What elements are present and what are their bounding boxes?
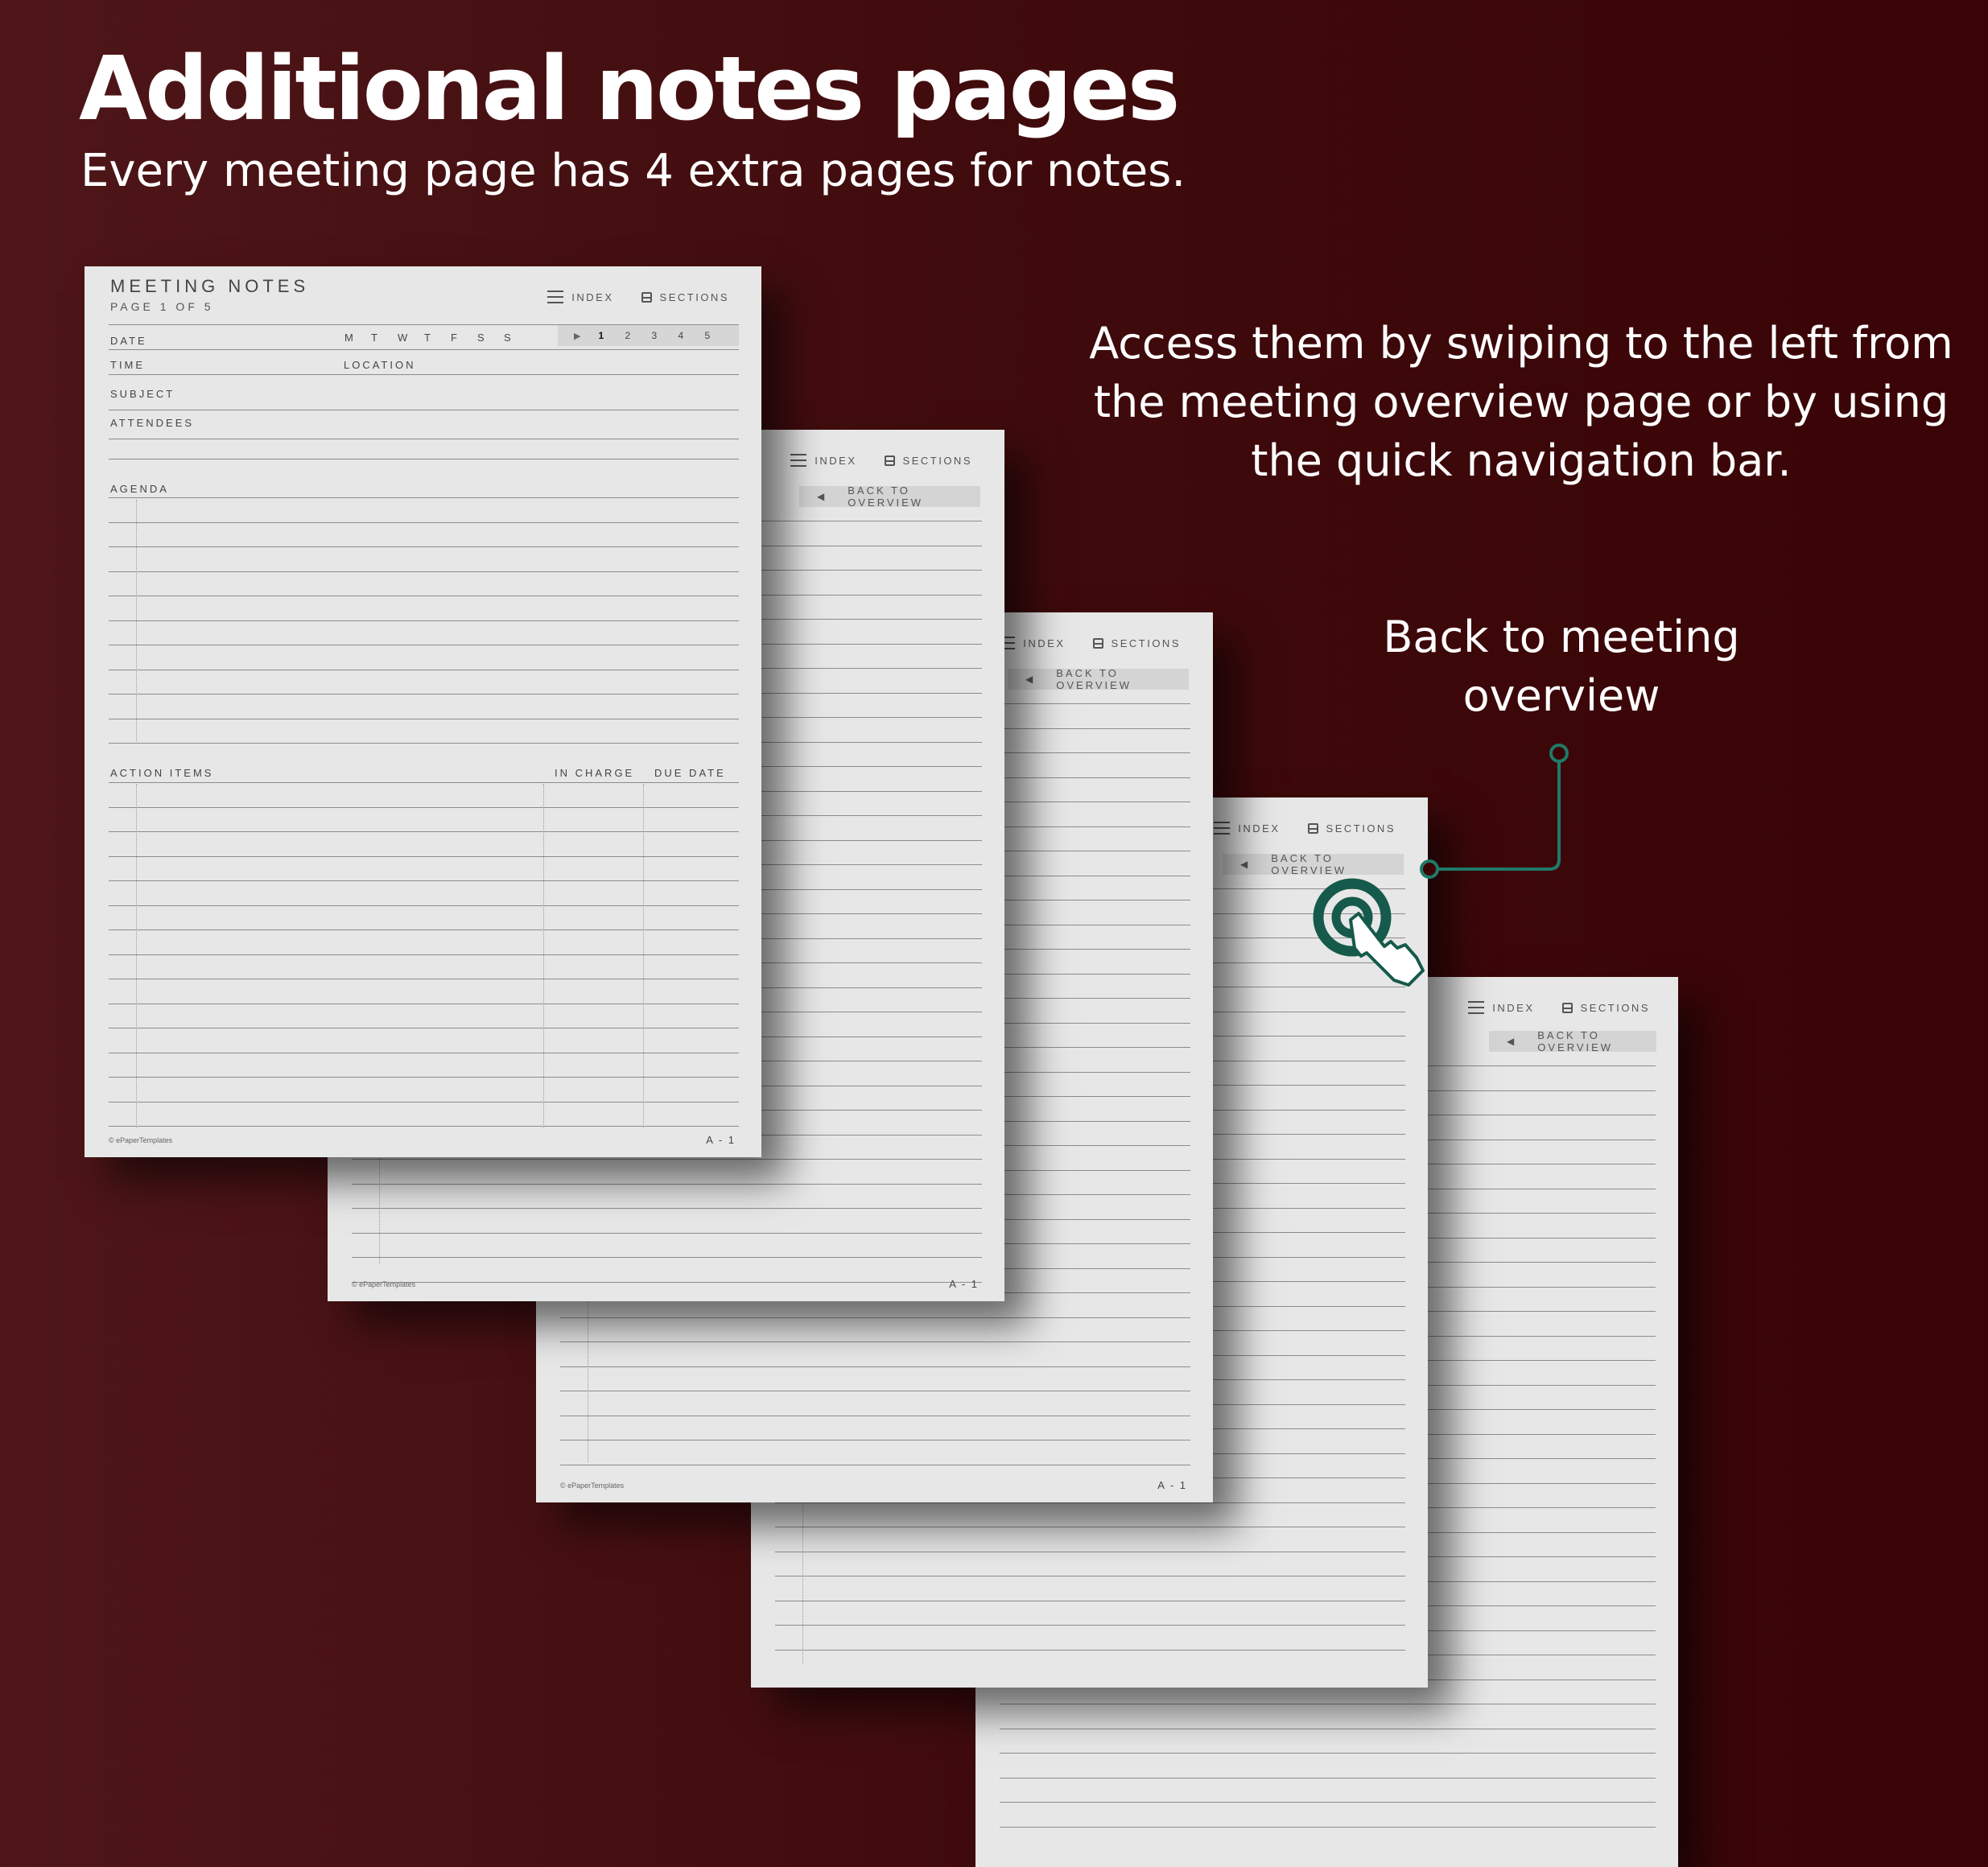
- back-arrow-icon: ◀: [1507, 1036, 1517, 1047]
- attendees-label: ATTENDEES: [110, 417, 195, 429]
- swipe-callout: Access them by swiping to the left from …: [1089, 318, 1953, 486]
- agenda-lines[interactable]: [109, 497, 739, 768]
- meeting-notes-page: MEETING NOTES PAGE 1 OF 5 INDEX SECTIONS…: [85, 266, 761, 1157]
- back-to-overview-label: BACK TO OVERVIEW: [1271, 852, 1347, 876]
- action-items-label: ACTION ITEMS: [110, 767, 214, 779]
- index-icon: [547, 291, 564, 303]
- footer-page-code: A - 1: [706, 1134, 736, 1146]
- index-label: INDEX: [815, 454, 857, 467]
- subject-label: SUBJECT: [110, 388, 175, 400]
- page-title: MEETING NOTES: [110, 276, 310, 296]
- top-nav: INDEX SECTIONS: [520, 291, 729, 303]
- index-label: INDEX: [1023, 637, 1066, 649]
- page-tab-5[interactable]: 5: [704, 330, 731, 341]
- index-label: INDEX: [571, 291, 614, 303]
- index-icon: [1468, 1001, 1485, 1014]
- page-tab-1[interactable]: 1: [598, 330, 625, 341]
- footer-copyright: © ePaperTemplates: [560, 1482, 625, 1490]
- sections-label: SECTIONS: [1111, 637, 1181, 649]
- sections-link[interactable]: SECTIONS: [1561, 1001, 1650, 1014]
- back-callout: Back to meeting overview: [1383, 612, 1740, 721]
- back-to-overview-button[interactable]: ◀ BACK TO OVERVIEW: [1008, 667, 1189, 691]
- date-label: DATE: [110, 335, 147, 347]
- headline: Additional notes pages: [79, 37, 1180, 140]
- weekday-thu[interactable]: T: [424, 332, 451, 344]
- sections-link[interactable]: SECTIONS: [1092, 637, 1181, 649]
- back-arrow-icon: ◀: [1240, 859, 1251, 870]
- index-link[interactable]: INDEX: [547, 291, 613, 303]
- subheadline: Every meeting page has 4 extra pages for…: [80, 145, 1186, 197]
- footer-page-code: A - 1: [949, 1278, 979, 1290]
- page-tab-2[interactable]: 2: [625, 330, 651, 341]
- sections-icon: [884, 455, 895, 466]
- footer-page-code: A - 1: [1157, 1479, 1187, 1491]
- index-link[interactable]: INDEX: [1214, 822, 1280, 835]
- index-icon: [790, 454, 807, 467]
- back-to-overview-label: BACK TO OVERVIEW: [848, 484, 924, 509]
- sections-icon: [1561, 1002, 1573, 1013]
- footer-copyright: © ePaperTemplates: [109, 1136, 173, 1144]
- back-to-overview-label: BACK TO OVERVIEW: [1537, 1029, 1614, 1053]
- sections-link[interactable]: SECTIONS: [1307, 822, 1396, 835]
- index-label: INDEX: [1492, 1001, 1535, 1014]
- weekday-sat[interactable]: S: [477, 332, 504, 344]
- footer-copyright: © ePaperTemplates: [352, 1280, 416, 1288]
- sections-link[interactable]: SECTIONS: [641, 291, 729, 303]
- sections-label: SECTIONS: [902, 454, 972, 467]
- location-label: LOCATION: [344, 359, 416, 371]
- next-arrow-icon: ▶: [574, 331, 581, 341]
- back-to-overview-button[interactable]: ◀ BACK TO OVERVIEW: [1489, 1029, 1656, 1053]
- index-label: INDEX: [1238, 822, 1281, 835]
- in-charge-label: IN CHARGE: [555, 767, 635, 779]
- sections-icon: [1092, 637, 1103, 649]
- sections-label: SECTIONS: [659, 291, 729, 303]
- sections-label: SECTIONS: [1580, 1001, 1650, 1014]
- tap-hand-icon: [1313, 878, 1425, 987]
- page-tab-3[interactable]: 3: [651, 330, 678, 341]
- sections-icon: [1307, 822, 1318, 834]
- action-item-lines[interactable]: [109, 782, 739, 1151]
- back-arrow-icon: ◀: [1025, 674, 1036, 685]
- time-label: TIME: [110, 359, 146, 371]
- weekday-tue[interactable]: T: [371, 332, 398, 344]
- sections-label: SECTIONS: [1326, 822, 1396, 835]
- page-indicator: PAGE 1 OF 5: [110, 300, 214, 313]
- sections-link[interactable]: SECTIONS: [884, 454, 972, 467]
- due-date-label: DUE DATE: [654, 767, 726, 779]
- sections-icon: [641, 291, 652, 303]
- back-to-overview-button[interactable]: ◀ BACK TO OVERVIEW: [1223, 852, 1404, 876]
- index-icon: [1214, 822, 1231, 835]
- page-tab-4[interactable]: 4: [678, 330, 704, 341]
- weekday-wed[interactable]: W: [398, 332, 424, 344]
- index-link[interactable]: INDEX: [999, 637, 1065, 649]
- index-link[interactable]: INDEX: [790, 454, 856, 467]
- back-arrow-icon: ◀: [817, 491, 827, 502]
- agenda-label: AGENDA: [110, 483, 169, 495]
- weekday-selector: M T W T F S S: [344, 332, 530, 344]
- page-tab-bar: ▶ 1 2 3 4 5: [558, 325, 739, 346]
- weekday-mon[interactable]: M: [344, 332, 371, 344]
- weekday-sun[interactable]: S: [504, 332, 530, 344]
- index-link[interactable]: INDEX: [1468, 1001, 1534, 1014]
- back-to-overview-label: BACK TO OVERVIEW: [1056, 667, 1132, 691]
- weekday-fri[interactable]: F: [451, 332, 477, 344]
- back-to-overview-button[interactable]: ◀ BACK TO OVERVIEW: [799, 484, 980, 509]
